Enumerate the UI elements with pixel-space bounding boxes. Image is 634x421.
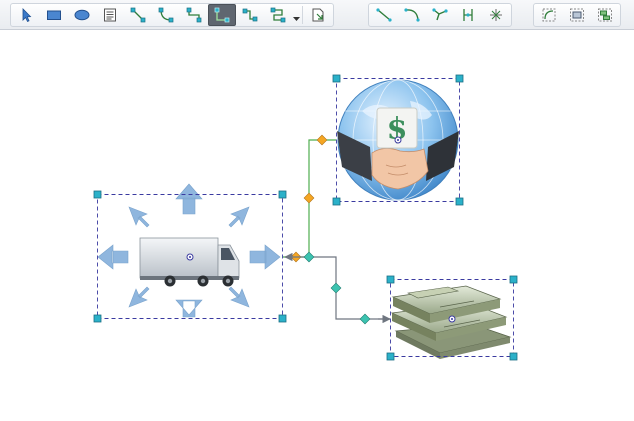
connector-money-to-truck[interactable] [284, 251, 391, 325]
connector-truck-to-globe[interactable] [283, 134, 336, 263]
connector-straight-icon [130, 7, 146, 23]
line-straight-icon [376, 8, 392, 22]
line-bezier-icon [432, 8, 448, 21]
globe-shape[interactable]: $ [332, 74, 464, 206]
drawing-tools-group [10, 3, 334, 27]
layout-tools-group [533, 3, 621, 27]
toolbar [0, 0, 634, 30]
connector-tree-button[interactable] [264, 4, 292, 26]
connector-step-button[interactable] [180, 4, 208, 26]
truck-shape[interactable] [93, 183, 287, 323]
line-straight-button[interactable] [370, 4, 398, 26]
line-vertical-button[interactable] [454, 4, 482, 26]
line-arc-icon [404, 8, 420, 22]
connector-tree-icon [270, 7, 286, 23]
line-split-button[interactable] [482, 4, 510, 26]
rectangle-tool-button[interactable] [40, 4, 68, 26]
line-arc-button[interactable] [398, 4, 426, 26]
line-tools-group [368, 3, 512, 27]
line-vertical-icon [463, 9, 473, 21]
dropdown-arrow-icon [293, 17, 300, 21]
pointer-icon [22, 8, 32, 23]
connector-curved-button[interactable] [236, 4, 264, 26]
rectangle-icon [47, 10, 61, 20]
align-shape-icon [598, 8, 612, 22]
connector-straight-button[interactable] [124, 4, 152, 26]
connector-orthogonal-icon [214, 7, 230, 23]
connector-elbow-icon [158, 7, 174, 23]
text-block-tool-button[interactable] [96, 4, 124, 26]
auto-route-icon [542, 8, 556, 22]
connector-midpoint-handle[interactable] [330, 282, 342, 294]
auto-route-button[interactable] [535, 4, 563, 26]
diagram-canvas[interactable]: $ [0, 31, 634, 421]
connector-curved-icon [242, 8, 258, 22]
connector-elbow-button[interactable] [152, 4, 180, 26]
connector-midpoint-handle[interactable] [303, 251, 315, 263]
ellipse-tool-button[interactable] [68, 4, 96, 26]
fit-shape-icon [570, 8, 584, 22]
toolbar-separator [302, 6, 303, 24]
text-block-icon [104, 8, 116, 22]
connector-dropdown-button[interactable] [292, 4, 301, 26]
money-shape[interactable] [386, 275, 518, 361]
insert-shape-button[interactable] [304, 4, 332, 26]
fit-shape-button[interactable] [563, 4, 591, 26]
line-split-icon [490, 9, 502, 21]
connector-midpoint-handle[interactable] [359, 313, 371, 325]
connector-midpoint-handle[interactable] [303, 192, 315, 204]
delivery-truck-icon [139, 237, 240, 287]
connector-midpoint-handle[interactable] [316, 134, 328, 146]
cash-stack-icon [390, 285, 512, 359]
align-shape-button[interactable] [591, 4, 619, 26]
ellipse-icon [74, 9, 90, 21]
pointer-tool-button[interactable] [12, 4, 40, 26]
insert-shape-icon [312, 8, 324, 22]
line-bezier-button[interactable] [426, 4, 454, 26]
connector-orthogonal-button[interactable] [208, 4, 236, 26]
connector-step-icon [186, 7, 202, 23]
